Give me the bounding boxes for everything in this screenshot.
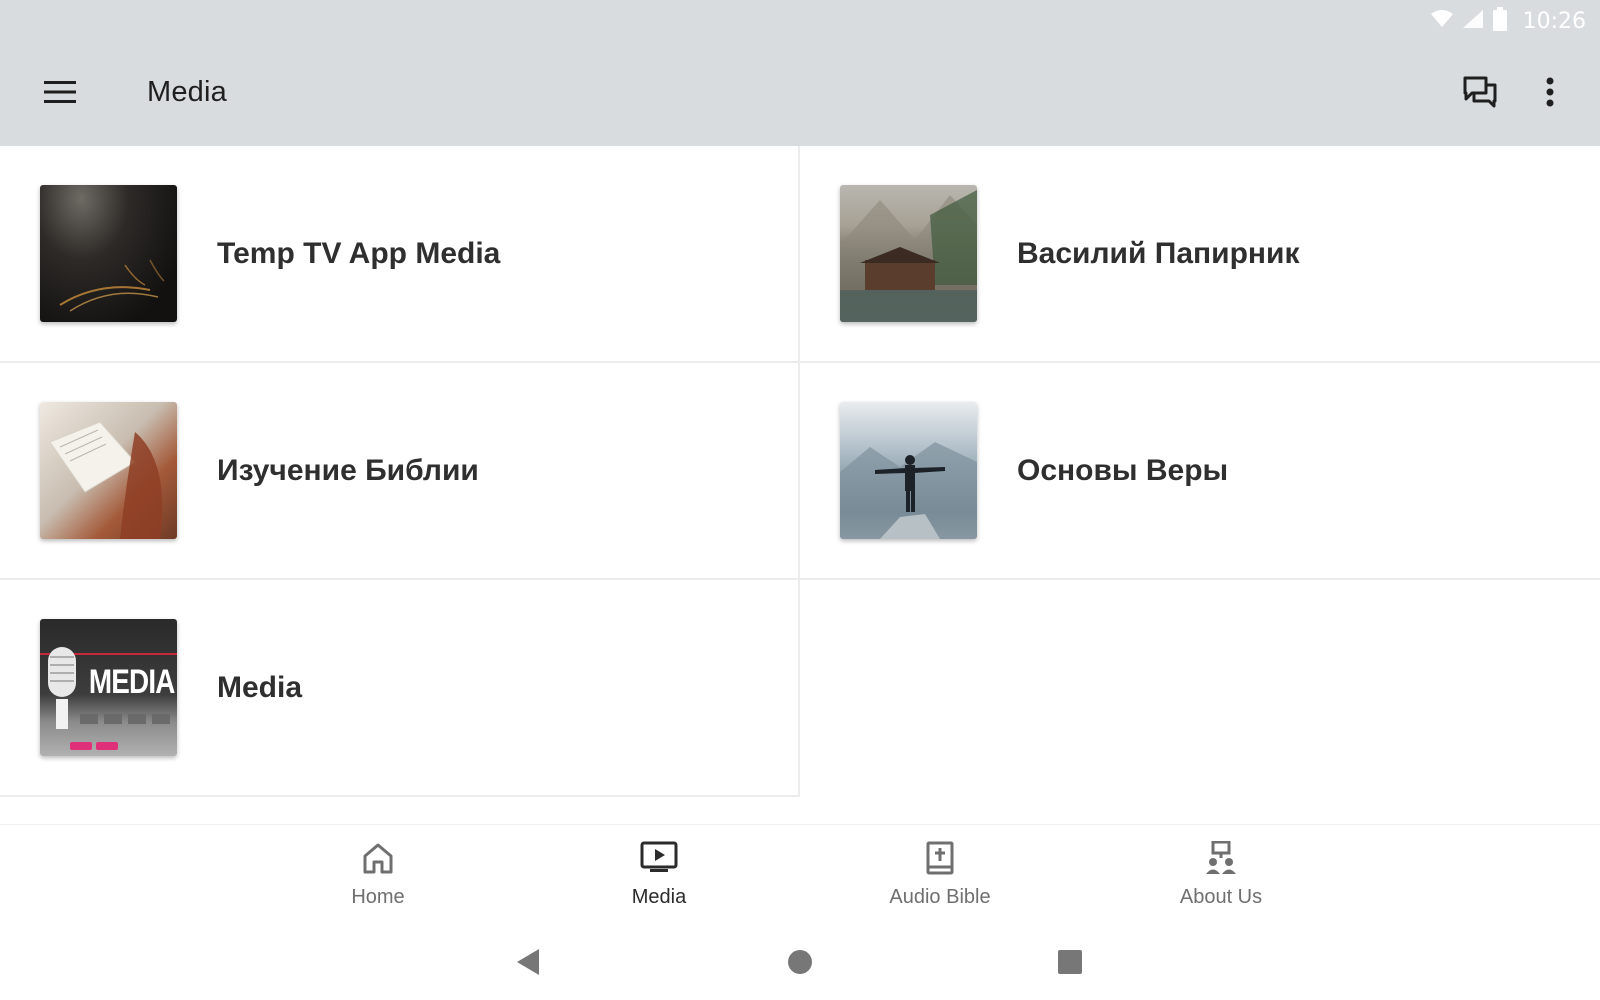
media-item-vasiliy-papirnik[interactable]: Василий Папирник — [800, 146, 1600, 363]
cell-signal-icon — [1462, 9, 1483, 33]
decorative-pad — [96, 742, 118, 750]
back-icon — [515, 948, 541, 981]
media-thumbnail — [840, 185, 977, 322]
battery-icon — [1492, 6, 1507, 36]
nav-label: About Us — [1179, 886, 1263, 908]
nav-label: Home — [351, 886, 405, 908]
tv-play-icon — [640, 841, 678, 880]
media-item-label: Media — [217, 670, 303, 704]
nav-item-audio-bible[interactable]: Audio Bible — [870, 841, 1010, 917]
people-icon — [1204, 840, 1238, 880]
media-thumbnail — [40, 185, 177, 322]
media-thumbnail: MEDIA — [40, 619, 177, 756]
media-item-label: Изучение Библии — [217, 453, 479, 487]
recents-icon — [1057, 949, 1083, 980]
thumbnail-caption: MEDIA — [89, 663, 176, 701]
more-vert-icon — [1546, 77, 1554, 112]
menu-button[interactable] — [34, 68, 86, 120]
app-bar: Media — [0, 42, 1600, 146]
system-back-button[interactable] — [508, 944, 548, 984]
status-bar: 10:26 — [0, 0, 1600, 42]
nav-item-media[interactable]: Media — [589, 841, 729, 917]
media-item-bible-study[interactable]: Изучение Библии — [0, 363, 800, 580]
media-item-basics-of-faith[interactable]: Основы Веры — [800, 363, 1600, 580]
chat-icon — [1462, 75, 1498, 114]
status-clock: 10:26 — [1522, 8, 1586, 34]
page-title: Media — [147, 76, 227, 108]
media-item-temp-tv[interactable]: Temp TV App Media — [0, 146, 800, 363]
home-circle-icon — [787, 949, 813, 980]
media-item-media[interactable]: MEDIA Media — [0, 580, 800, 797]
hamburger-menu-icon — [44, 80, 76, 109]
system-recents-button[interactable] — [1050, 944, 1090, 984]
media-thumbnail — [40, 402, 177, 539]
bible-icon — [925, 841, 955, 880]
chat-button[interactable] — [1454, 68, 1506, 120]
system-home-button[interactable] — [780, 944, 820, 984]
system-navigation-bar — [0, 924, 1600, 1000]
more-options-button[interactable] — [1524, 68, 1576, 120]
media-item-label: Temp TV App Media — [217, 236, 501, 270]
nav-label: Media — [631, 886, 687, 908]
media-thumbnail — [840, 402, 977, 539]
media-item-label: Василий Папирник — [1017, 236, 1300, 270]
home-icon — [361, 841, 395, 880]
media-grid: Temp TV App Media Василий Папирник Изуче… — [0, 146, 1600, 797]
bottom-navigation: Home Media Audio Bible About Us — [0, 824, 1600, 924]
decorative-pad — [70, 742, 92, 750]
nav-item-about-us[interactable]: About Us — [1151, 840, 1291, 917]
nav-item-home[interactable]: Home — [308, 841, 448, 917]
media-item-label: Основы Веры — [1017, 453, 1229, 487]
wifi-icon — [1430, 9, 1453, 33]
nav-label: Audio Bible — [889, 886, 991, 908]
